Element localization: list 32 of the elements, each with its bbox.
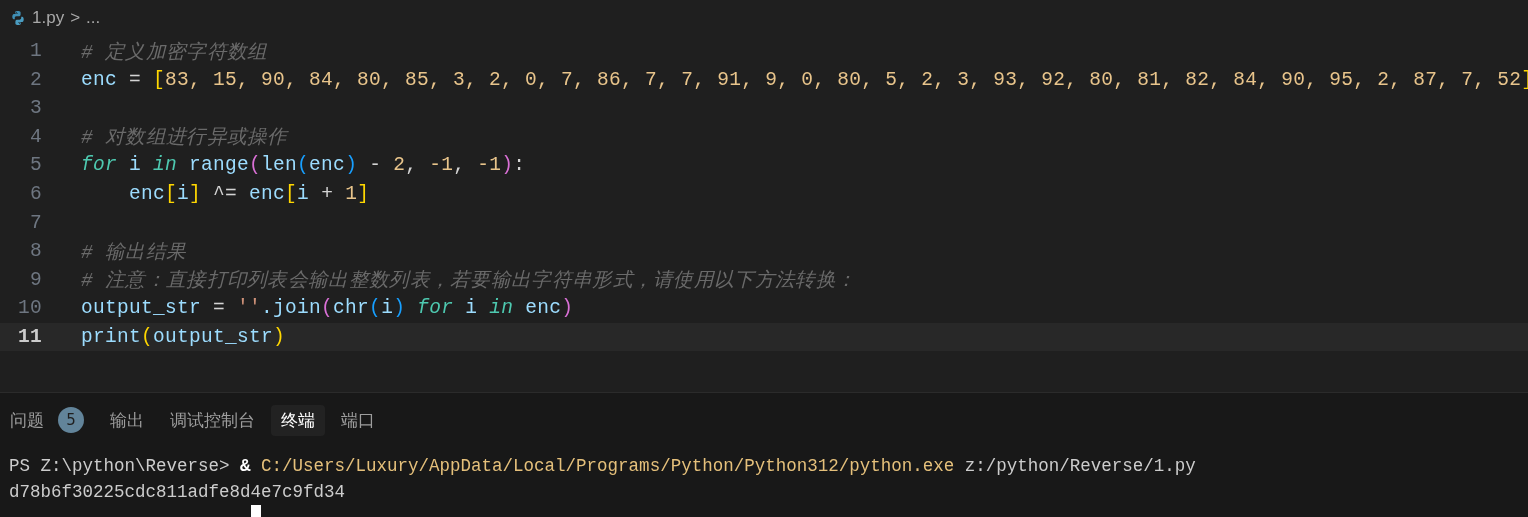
terminal-line: PS Z:\python\Reverse> & C:/Users/Luxury/AppData/Local/Programs/Python/Python312/python.exe z:/python/Reverse/1.py xyxy=(9,455,1197,478)
panel-tab[interactable]: 输出 xyxy=(100,404,154,436)
terminal-line: d78b6f30225cdc811adfe8d4e7c9fd34 xyxy=(9,481,347,504)
panel-tab[interactable]: 问题 5 xyxy=(0,403,94,437)
chevron-icon: > xyxy=(70,8,81,29)
breadcrumb-item[interactable]: ... xyxy=(86,8,101,29)
code-line: # 注意：直接打印列表会输出整数列表，若要输出字符串形式，请使用以下方法转换： xyxy=(81,268,857,294)
panel-tab[interactable]: 终端 xyxy=(271,404,325,436)
line-number: 6 xyxy=(29,183,42,206)
line-number: 5 xyxy=(29,154,42,177)
line-number: 8 xyxy=(29,240,42,263)
code-line: output_str = ''.join(chr(i) for i in enc) xyxy=(81,297,574,320)
line-number: 2 xyxy=(29,68,42,91)
line-number: 7 xyxy=(29,211,42,234)
count-badge: 5 xyxy=(58,407,84,433)
panel-tab[interactable]: 端口 xyxy=(331,404,385,436)
panel-tab[interactable]: 调试控制台 xyxy=(160,404,265,436)
code-line: for i in range(len(enc) - 2, -1, -1): xyxy=(81,154,526,177)
breadcrumb-item[interactable]: 1.py xyxy=(32,8,65,29)
code-line: # 定义加密字符数组 xyxy=(81,40,268,65)
line-number: 1 xyxy=(29,40,42,63)
line-number: 3 xyxy=(29,97,42,120)
line-number: 4 xyxy=(29,125,42,148)
code-line: print(output_str) xyxy=(81,326,286,348)
code-line: enc[i] ^= enc[i + 1] xyxy=(128,183,370,206)
line-number: 10 xyxy=(17,297,42,320)
terminal-cursor xyxy=(251,505,261,517)
line-number: 9 xyxy=(29,268,42,291)
python-file-icon xyxy=(10,10,26,27)
code-line: # 输出结果 xyxy=(81,240,187,265)
line-number: 11 xyxy=(17,326,42,348)
code-line: # 对数组进行异或操作 xyxy=(81,126,288,151)
